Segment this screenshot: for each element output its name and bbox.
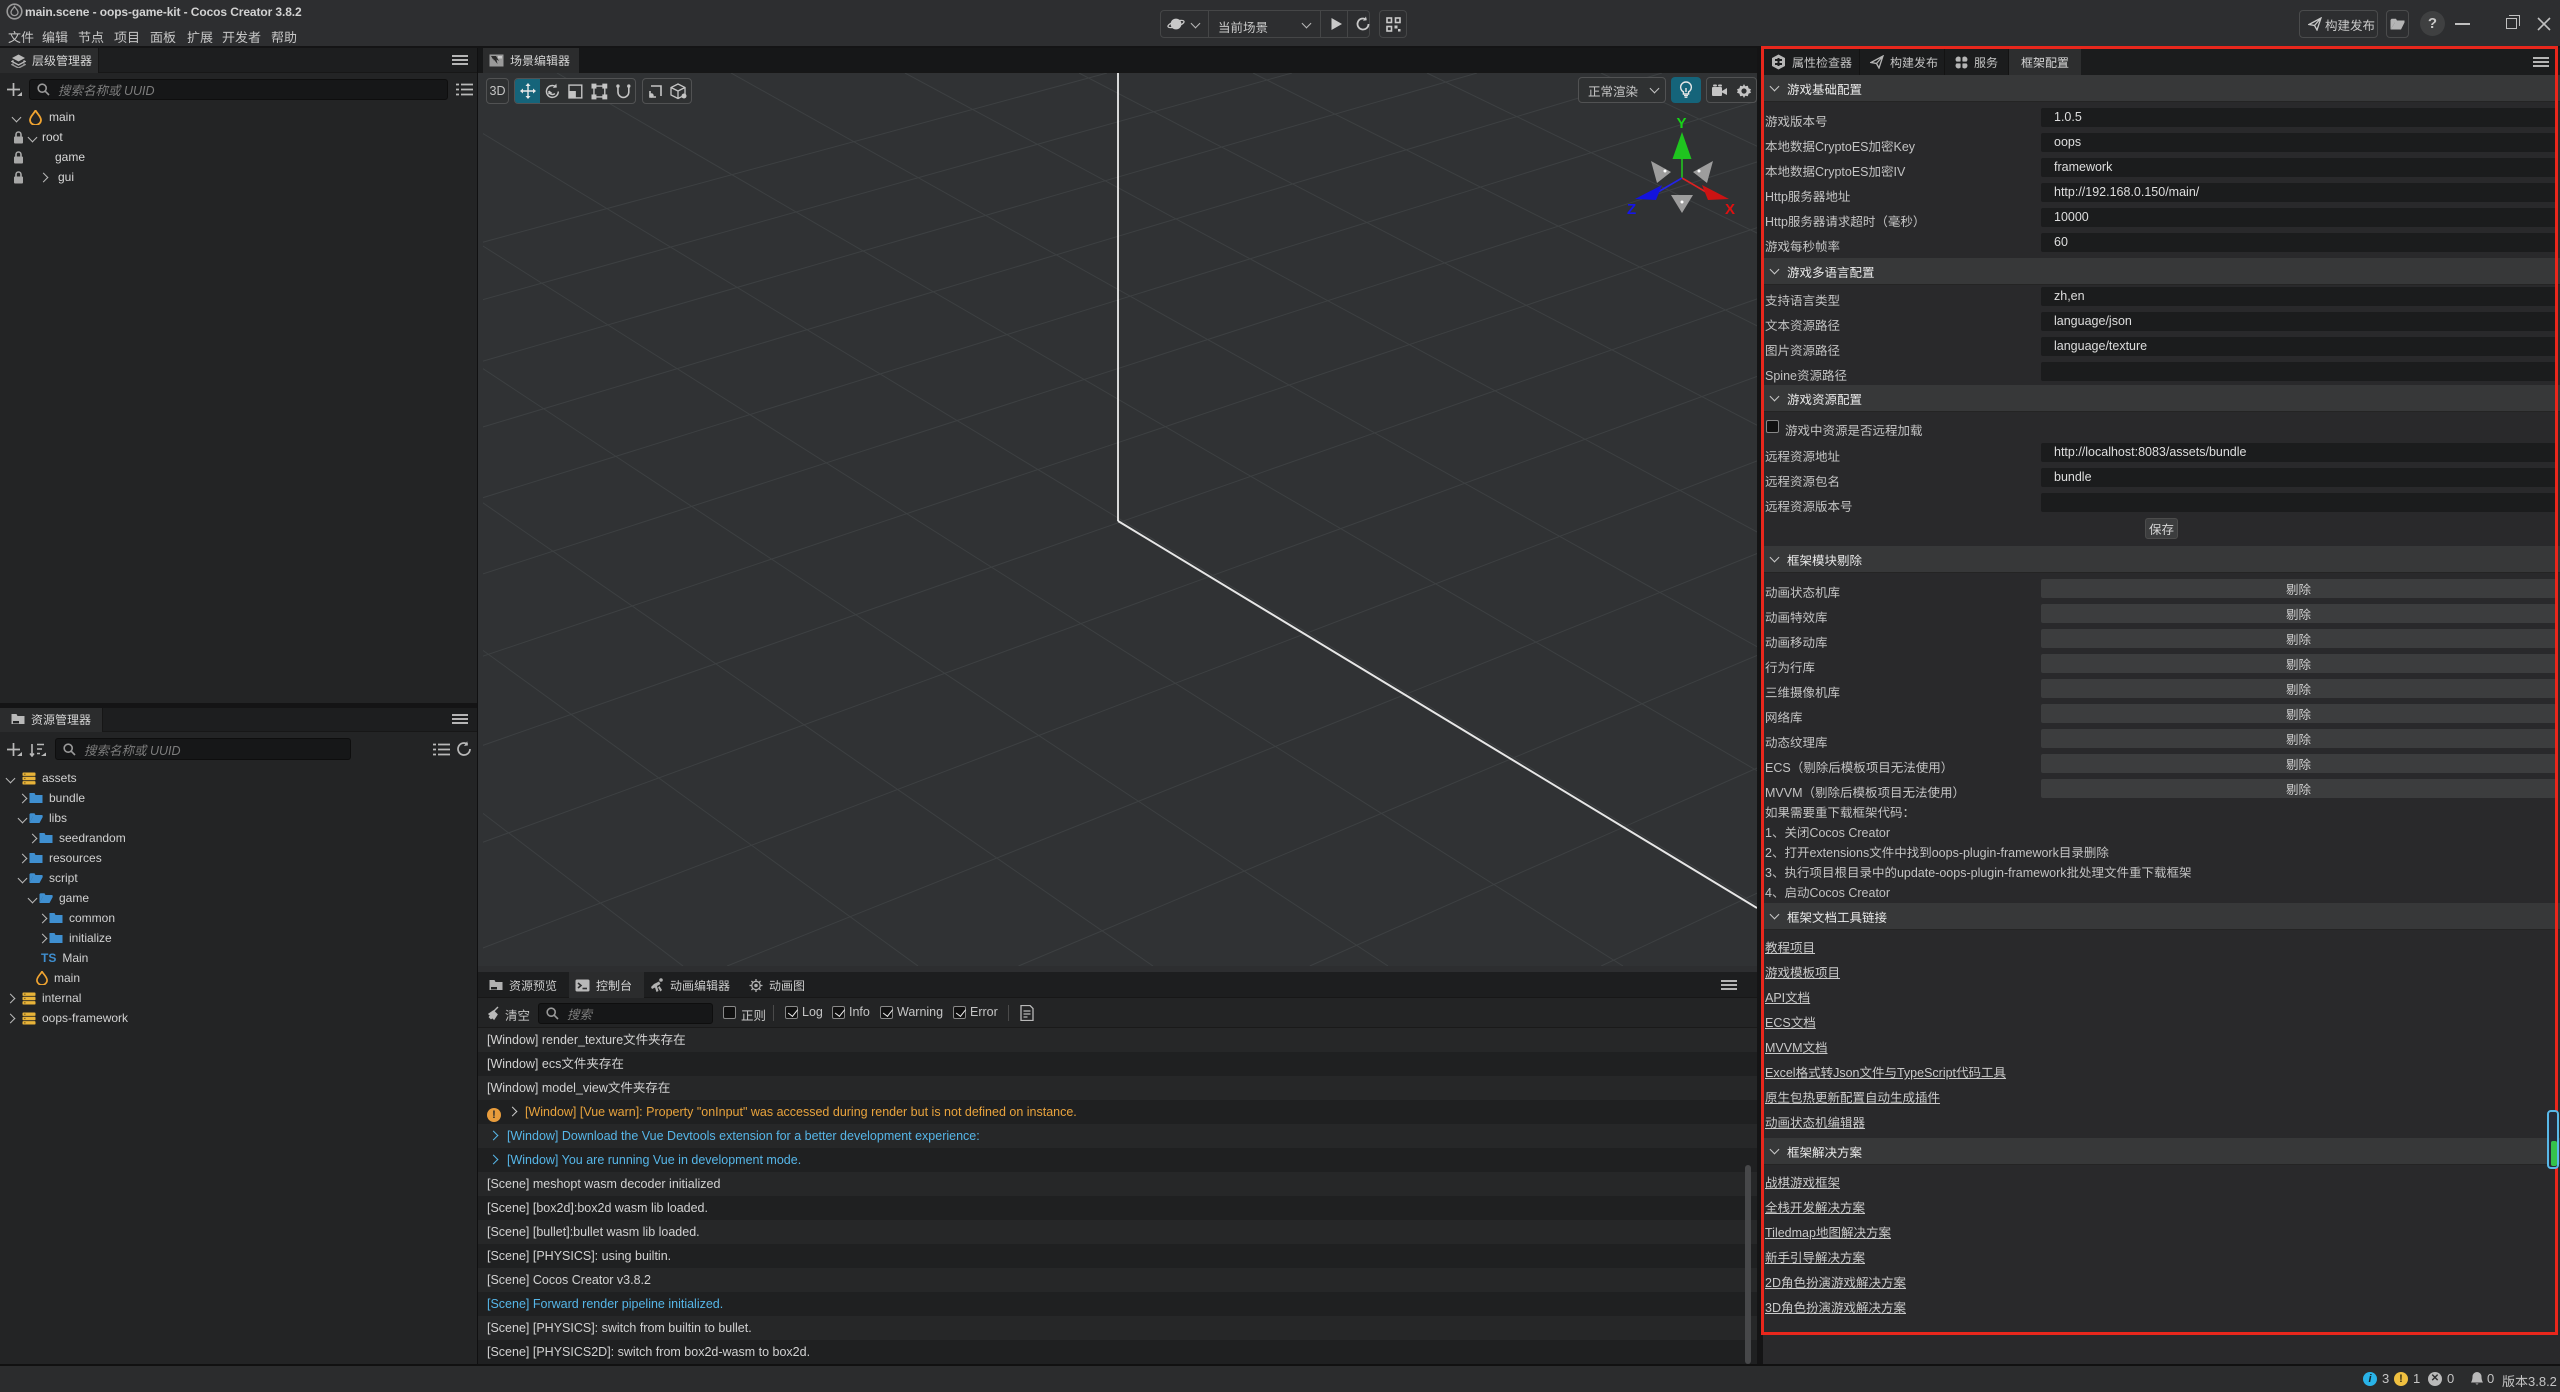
svg-text:Z: Z xyxy=(1627,201,1636,218)
svg-text:X: X xyxy=(1725,201,1735,218)
svg-text:Y: Y xyxy=(1677,115,1687,132)
